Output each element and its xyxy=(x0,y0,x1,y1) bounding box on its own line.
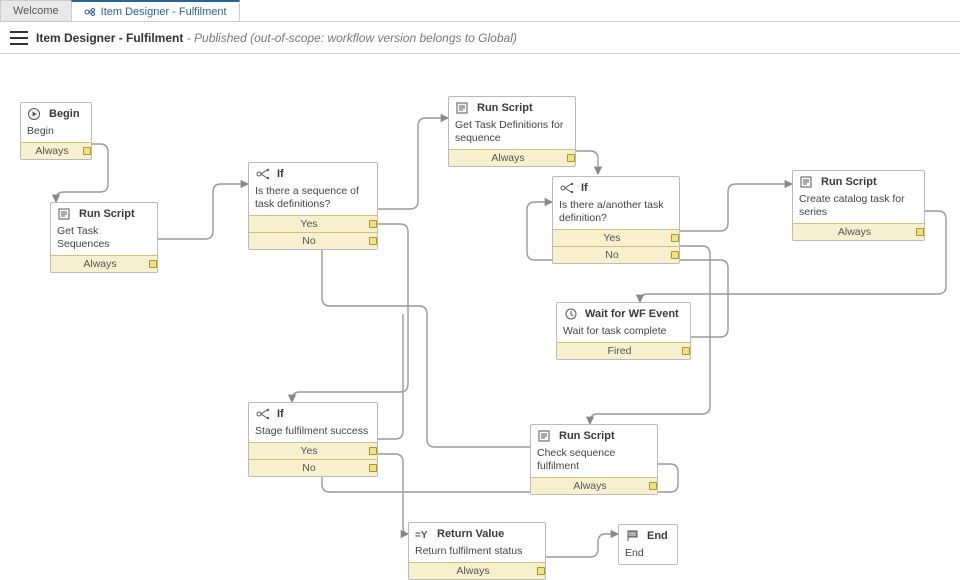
node-get-task-sequences[interactable]: Run Script Get Task Sequences Always xyxy=(50,202,158,273)
port-no[interactable] xyxy=(369,464,377,472)
node-if-sequence[interactable]: If Is there a sequence of task definitio… xyxy=(248,162,378,250)
node-out-yes: Yes xyxy=(249,215,377,232)
node-begin-body: Begin xyxy=(21,123,91,142)
workflow-canvas[interactable]: Begin Begin Always Run Script Get Task S… xyxy=(0,54,960,572)
branch-icon xyxy=(255,407,271,421)
tab-bar: Welcome Item Designer - Fulfilment xyxy=(0,0,960,22)
node-title: Run Script xyxy=(559,430,615,442)
port-yes[interactable] xyxy=(369,447,377,455)
branch-icon xyxy=(559,181,575,195)
node-title: Run Script xyxy=(477,102,533,114)
node-out-yes: Yes xyxy=(553,229,679,246)
node-out: Always xyxy=(531,477,657,494)
port-yes[interactable] xyxy=(369,220,377,228)
breadcrumb: Item Designer - Fulfilment - Published (… xyxy=(36,31,517,45)
node-out: Always xyxy=(793,223,924,240)
node-body: Return fulfilment status xyxy=(409,543,545,562)
port-out[interactable] xyxy=(916,228,924,236)
node-end[interactable]: End End xyxy=(618,524,678,565)
node-title: Run Script xyxy=(821,176,877,188)
page-status: - Published (out-of-scope: workflow vers… xyxy=(183,31,517,45)
node-begin[interactable]: Begin Begin Always xyxy=(20,102,92,160)
node-body: Wait for task complete xyxy=(557,323,690,342)
port-out[interactable] xyxy=(83,147,91,155)
port-out[interactable] xyxy=(567,154,575,162)
script-icon xyxy=(537,429,553,443)
node-body: Create catalog task for series xyxy=(793,191,924,223)
node-check-sequence[interactable]: Run Script Check sequence fulfilment Alw… xyxy=(530,424,658,495)
port-out[interactable] xyxy=(149,260,157,268)
node-title: End xyxy=(647,530,668,542)
node-out-yes: Yes xyxy=(249,442,377,459)
branch-icon xyxy=(255,167,271,181)
svg-text:=Y: =Y xyxy=(415,530,428,541)
tab-item-designer[interactable]: Item Designer - Fulfilment xyxy=(71,0,240,21)
port-no[interactable] xyxy=(369,237,377,245)
node-if-success[interactable]: If Stage fulfilment success Yes No xyxy=(248,402,378,477)
node-out-no: No xyxy=(553,246,679,263)
node-body: Is there a/another task definition? xyxy=(553,197,679,229)
node-out: Fired xyxy=(557,342,690,359)
node-title: Run Script xyxy=(79,208,135,220)
node-wait-wf-event[interactable]: Wait for WF Event Wait for task complete… xyxy=(556,302,691,360)
page-title: Item Designer - Fulfilment xyxy=(36,31,183,45)
tab-welcome[interactable]: Welcome xyxy=(0,0,72,21)
node-title: If xyxy=(581,182,588,194)
node-out: Always xyxy=(51,255,157,272)
node-title: If xyxy=(277,168,284,180)
node-body: Get Task Sequences xyxy=(51,223,157,255)
toolbar: Item Designer - Fulfilment - Published (… xyxy=(0,22,960,54)
return-icon: =Y xyxy=(415,527,431,541)
node-begin-title: Begin xyxy=(49,108,80,120)
script-icon xyxy=(455,101,471,115)
port-out[interactable] xyxy=(537,567,545,575)
node-out-no: No xyxy=(249,232,377,249)
menu-icon[interactable] xyxy=(10,31,28,45)
play-icon xyxy=(27,107,43,121)
port-out[interactable] xyxy=(649,482,657,490)
node-get-task-definitions[interactable]: Run Script Get Task Definitions for sequ… xyxy=(448,96,576,167)
node-out: Always xyxy=(409,562,545,579)
node-begin-out: Always xyxy=(21,142,91,159)
node-body: Check sequence fulfilment xyxy=(531,445,657,477)
port-yes[interactable] xyxy=(671,234,679,242)
node-title: If xyxy=(277,408,284,420)
clock-icon xyxy=(563,307,579,321)
node-return-value[interactable]: =Y Return Value Return fulfilment status… xyxy=(408,522,546,580)
tab-welcome-label: Welcome xyxy=(13,5,59,17)
port-out[interactable] xyxy=(682,347,690,355)
node-body: End xyxy=(619,545,677,564)
node-body: Get Task Definitions for sequence xyxy=(449,117,575,149)
tab-active-label: Item Designer - Fulfilment xyxy=(101,6,227,18)
node-title: Wait for WF Event xyxy=(585,308,679,320)
port-no[interactable] xyxy=(671,251,679,259)
node-out: Always xyxy=(449,149,575,166)
workflow-icon xyxy=(84,7,96,17)
node-create-catalog-task[interactable]: Run Script Create catalog task for serie… xyxy=(792,170,925,241)
node-if-another[interactable]: If Is there a/another task definition? Y… xyxy=(552,176,680,264)
node-body: Stage fulfilment success xyxy=(249,423,377,442)
script-icon xyxy=(799,175,815,189)
node-body: Is there a sequence of task definitions? xyxy=(249,183,377,215)
script-icon xyxy=(57,207,73,221)
flag-icon xyxy=(625,529,641,543)
node-title: Return Value xyxy=(437,528,504,540)
node-out-no: No xyxy=(249,459,377,476)
